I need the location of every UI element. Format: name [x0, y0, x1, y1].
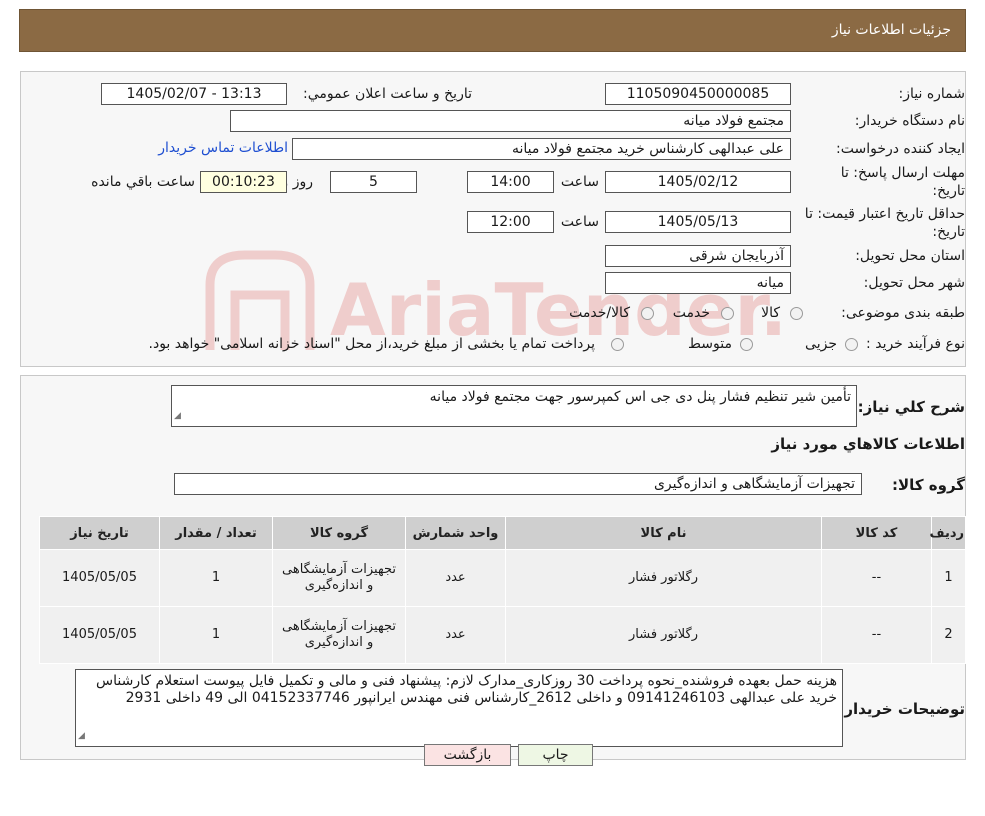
cell-group: تجهیزات آزمایشگاهی و اندازه‌گیری	[272, 549, 406, 607]
need-number-field: 1105090450000085	[605, 83, 791, 105]
days-remaining-field: 5	[330, 171, 417, 193]
announce-datetime-field: 1405/02/07 - 13:13	[101, 83, 287, 105]
process-note: پرداخت تمام یا بخشی از مبلغ خرید،از محل …	[148, 336, 595, 352]
validity-label-2: تاریخ:	[932, 224, 965, 240]
buyer-notes-label: توضیحات خریدار:	[838, 700, 965, 718]
province-field: آذربایجان شرقی	[605, 245, 791, 267]
validity-label: حداقل تاریخ اعتبار قیمت: تا	[804, 206, 965, 222]
page-title: جزئیات اطلاعات نیاز	[831, 22, 951, 38]
buyer-notes-text: هزینه حمل بعهده فروشنده_نحوه پرداخت 30 ر…	[96, 673, 837, 706]
category-label: طبقه بندی موضوعی:	[841, 305, 965, 321]
validity-date-field: 1405/05/13	[605, 211, 791, 233]
cell-need-date: 1405/05/05	[39, 549, 160, 607]
column-header-group: گروه کالا	[272, 516, 406, 550]
cell-quantity: 1	[159, 549, 273, 607]
table-row: 1 -- رگلاتور فشار عدد تجهیزات آزمایشگاهی…	[39, 549, 966, 607]
summary-textarea[interactable]: تأمین شیر تنظیم فشار پنل دی جی اس کمپرسو…	[171, 385, 857, 427]
buyer-org-label: نام دستگاه خریدار:	[854, 113, 965, 129]
buyer-notes-textarea[interactable]: هزینه حمل بعهده فروشنده_نحوه پرداخت 30 ر…	[75, 669, 843, 747]
process-type-label: نوع فرآیند خرید :	[866, 336, 965, 352]
need-number-label: شماره نیاز:	[898, 86, 966, 102]
cell-item-code: --	[821, 549, 932, 607]
buyer-org-field: مجتمع فولاد میانه	[230, 110, 791, 132]
remaining-time-label: ساعت باقي مانده	[91, 174, 195, 190]
validity-time-label: ساعت	[560, 214, 599, 230]
cell-row-no: 2	[931, 606, 966, 664]
province-label: استان محل تحویل:	[855, 248, 965, 264]
treasury-payment-checkbox[interactable]	[611, 338, 624, 351]
requester-label: ایجاد کننده درخواست:	[836, 141, 965, 157]
table-row: 2 -- رگلاتور فشار عدد تجهیزات آزمایشگاهی…	[39, 606, 966, 664]
announce-label: تاریخ و ساعت اعلان عمومي:	[303, 86, 472, 102]
column-header-item-code: کد کالا	[821, 516, 932, 550]
resize-grip-icon[interactable]: ◢	[78, 728, 85, 745]
goods-info-title: اطلاعات کالاهاي مورد نیاز	[771, 435, 965, 453]
cell-item-name: رگلاتور فشار	[505, 606, 822, 664]
cell-item-code: --	[821, 606, 932, 664]
validity-time-field: 12:00	[467, 211, 554, 233]
cell-item-name: رگلاتور فشار	[505, 549, 822, 607]
buyer-contact-link[interactable]: اطلاعات تماس خریدار	[158, 140, 288, 156]
goods-group-field: تجهیزات آزمایشگاهی و اندازه‌گیری	[174, 473, 862, 495]
page-header: جزئیات اطلاعات نیاز	[19, 9, 966, 52]
cell-unit: عدد	[405, 606, 506, 664]
table-header-row: ردیف کد کالا نام کالا واحد شمارش گروه کا…	[39, 516, 966, 550]
cell-unit: عدد	[405, 549, 506, 607]
process-option-minor: جزیی	[805, 336, 837, 352]
category-option-goods-service: کالا/خدمت	[569, 305, 630, 321]
column-header-quantity: تعداد / مقدار	[159, 516, 273, 550]
deadline-date-field: 1405/02/12	[605, 171, 791, 193]
requester-field: علی عبدالهی کارشناس خرید مجتمع فولاد میا…	[292, 138, 791, 160]
cell-row-no: 1	[931, 549, 966, 607]
city-label: شهر محل تحویل:	[863, 275, 965, 291]
column-header-row-no: ردیف	[929, 516, 966, 550]
deadline-time-field: 14:00	[467, 171, 554, 193]
process-radio-minor[interactable]	[845, 338, 858, 351]
summary-text: تأمین شیر تنظیم فشار پنل دی جی اس کمپرسو…	[429, 389, 851, 405]
column-header-unit: واحد شمارش	[405, 516, 506, 550]
cell-quantity: 1	[159, 606, 273, 664]
category-radio-goods-service[interactable]	[641, 307, 654, 320]
resize-grip-icon[interactable]: ◢	[174, 408, 181, 425]
goods-table: ردیف کد کالا نام کالا واحد شمارش گروه کا…	[39, 516, 966, 664]
category-option-goods: کالا	[761, 305, 780, 321]
category-radio-goods[interactable]	[790, 307, 803, 320]
deadline-label-2: تاریخ:	[932, 183, 965, 199]
goods-group-label: گروه کالا:	[892, 476, 965, 494]
city-field: میانه	[605, 272, 791, 294]
cell-group: تجهیزات آزمایشگاهی و اندازه‌گیری	[272, 606, 406, 664]
back-button[interactable]: بازگشت	[424, 744, 511, 766]
deadline-time-label: ساعت	[560, 174, 599, 190]
column-header-item-name: نام کالا	[505, 516, 822, 550]
remaining-time-field: 00:10:23	[200, 171, 287, 193]
column-header-need-date: تاریخ نیاز	[39, 516, 160, 550]
deadline-label: مهلت ارسال پاسخ: تا	[840, 165, 965, 181]
summary-label: شرح کلي نیاز:	[857, 398, 965, 416]
category-option-service: خدمت	[672, 305, 710, 321]
cell-need-date: 1405/05/05	[39, 606, 160, 664]
category-radio-service[interactable]	[721, 307, 734, 320]
process-option-medium: متوسط	[688, 336, 732, 352]
process-radio-medium[interactable]	[740, 338, 753, 351]
print-button[interactable]: چاپ	[518, 744, 593, 766]
